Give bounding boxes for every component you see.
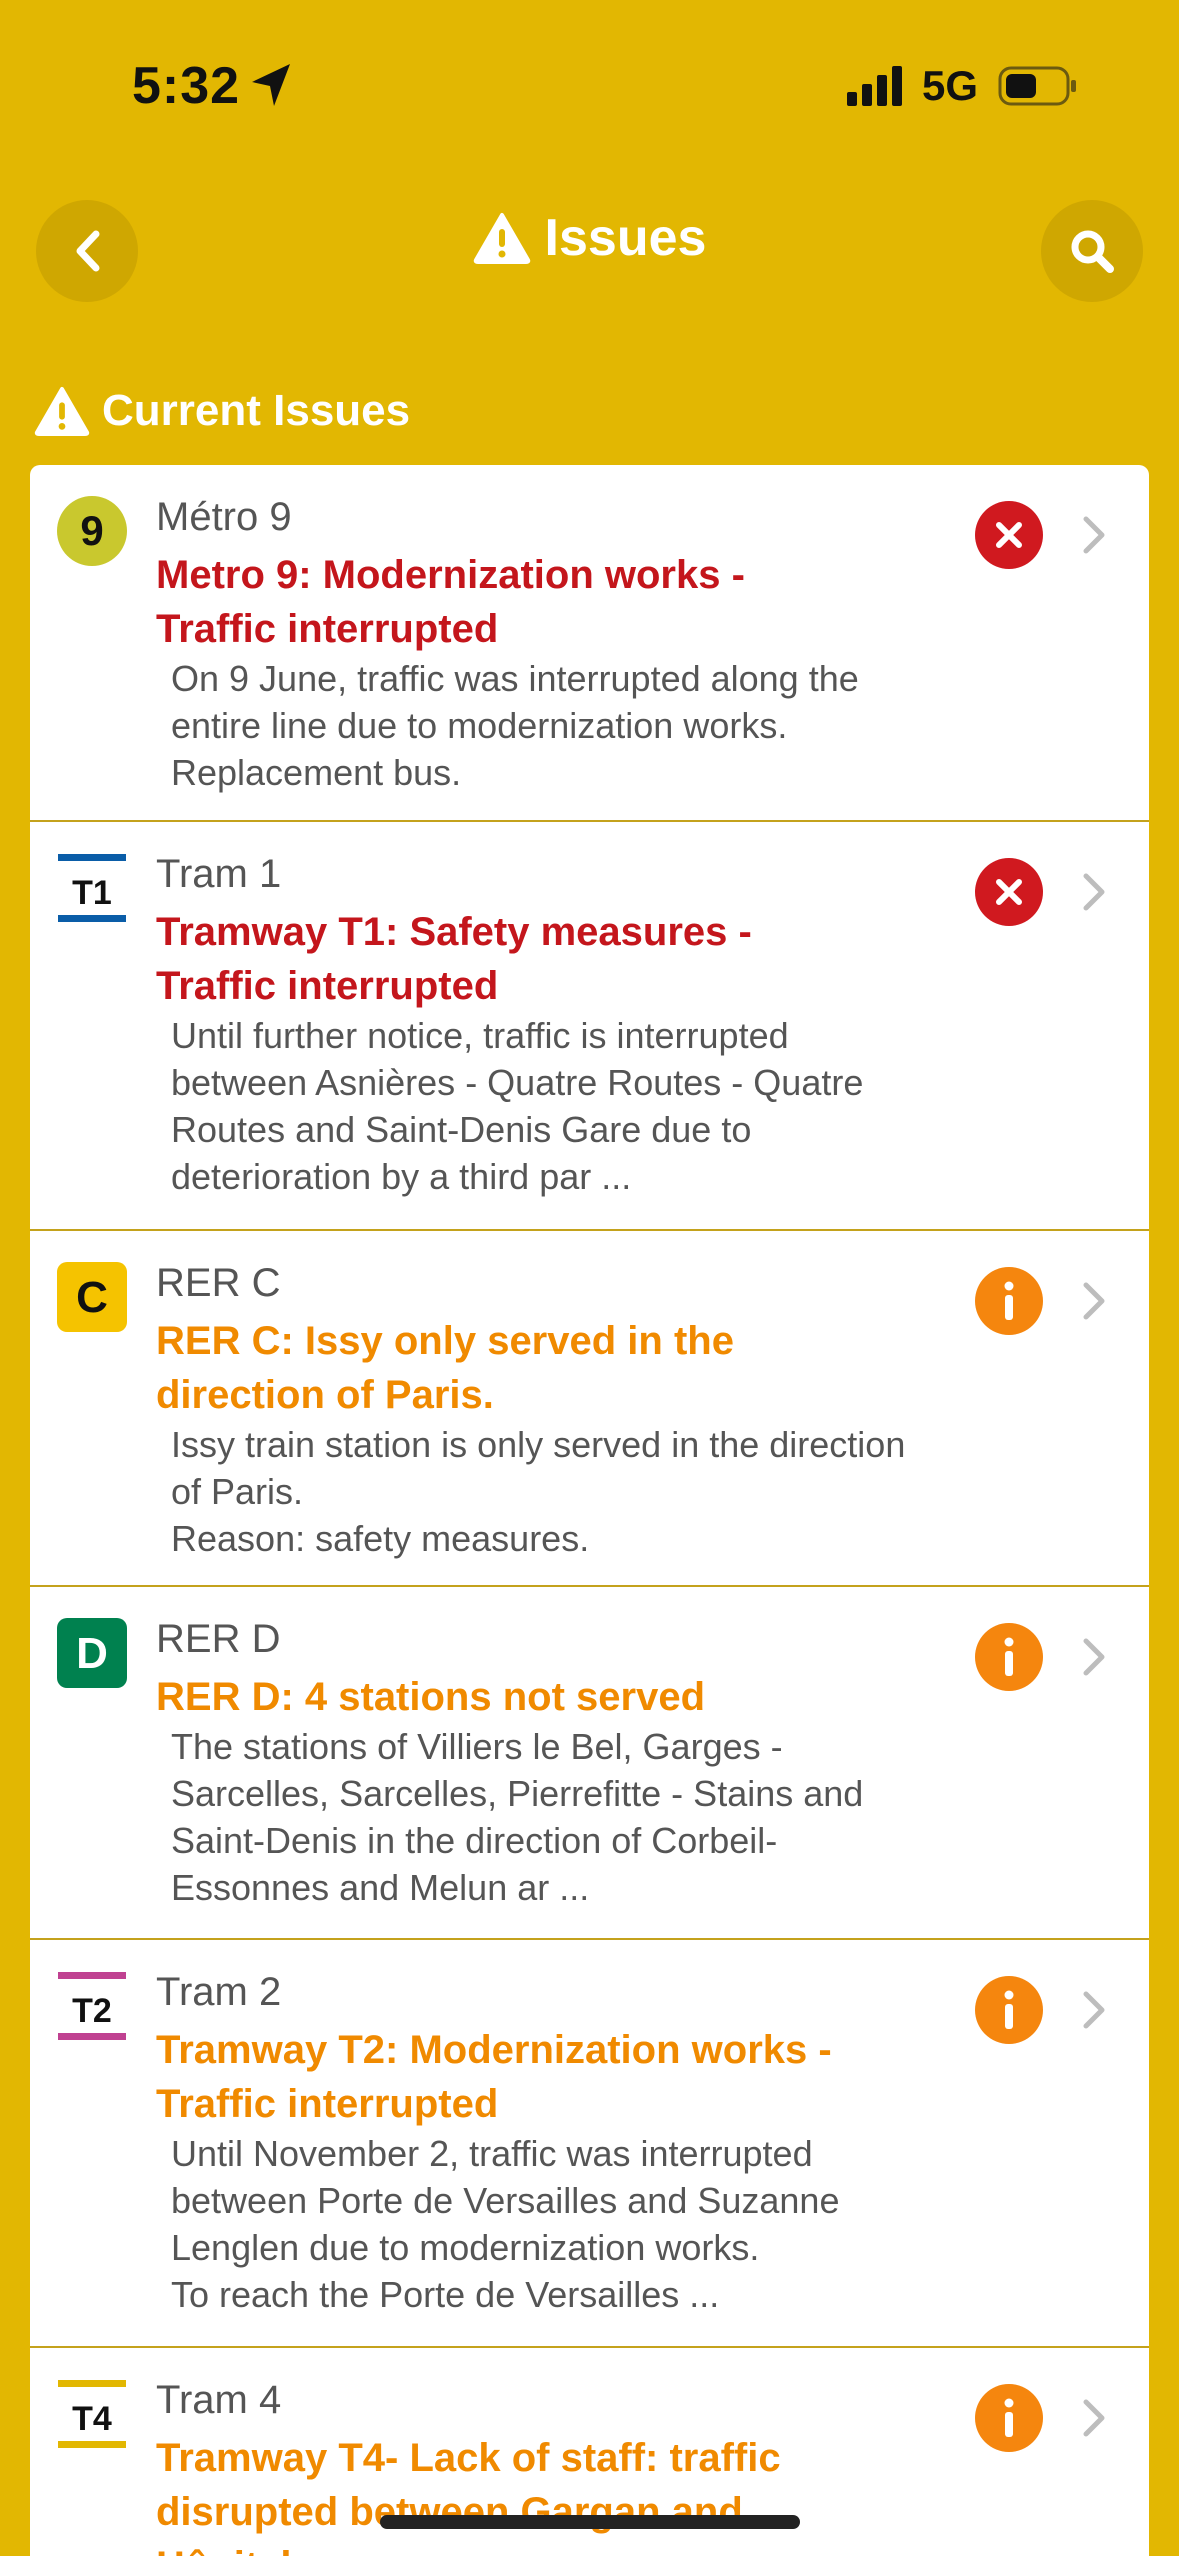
warning-icon <box>473 213 530 264</box>
line-name: Métro 9 <box>156 495 292 539</box>
issue-description: On 9 June, traffic was interrupted along… <box>171 658 859 793</box>
metro-9-line-icon: 9 <box>57 496 127 566</box>
svg-text:T1: T1 <box>72 874 112 912</box>
status-time: 5:32 <box>132 57 241 115</box>
info-icon <box>975 1623 1043 1691</box>
line-name: RER D <box>156 1617 281 1661</box>
line-name: RER C <box>156 1261 281 1305</box>
line-name: Tram 2 <box>156 1970 282 2014</box>
issue-item-tram-2[interactable]: T2 Tram 2 Tramway T2: Modernization work… <box>30 1940 1149 2348</box>
section-title: Current Issues <box>102 386 411 435</box>
chevron-right-icon <box>1083 1282 1105 1320</box>
info-icon <box>975 1976 1043 2044</box>
issue-title: Tramway T2: Modernization works - Traffi… <box>156 2028 832 2126</box>
search-icon <box>1071 230 1114 273</box>
network-type: 5G <box>922 62 979 109</box>
tram-1-line-icon: T1 <box>58 854 126 922</box>
issue-item-tram-1[interactable]: T1 Tram 1 Tramway T1: Safety measures - … <box>30 822 1149 1231</box>
location-arrow-icon <box>252 64 290 106</box>
cellular-signal-icon <box>847 66 902 106</box>
svg-text:T2: T2 <box>72 1992 112 2030</box>
tram-2-line-icon: T2 <box>58 1972 126 2040</box>
warning-icon <box>34 386 90 436</box>
issue-item-metro-9[interactable]: 9 Métro 9 Metro 9: Modernization works -… <box>30 465 1149 822</box>
rer-c-line-icon: C <box>57 1262 127 1332</box>
issue-description: Until further notice, traffic is interru… <box>171 1015 864 1197</box>
line-name: Tram 4 <box>156 2378 282 2422</box>
rer-d-line-icon: D <box>57 1618 127 1688</box>
issue-description: The stations of Villiers le Bel, Garges … <box>171 1726 864 1908</box>
issue-title: RER D: 4 stations not served <box>156 1675 706 1719</box>
traffic-interrupted-icon <box>975 501 1043 569</box>
line-name: Tram 1 <box>156 852 282 896</box>
svg-text:9: 9 <box>80 507 103 554</box>
info-icon <box>975 2384 1043 2452</box>
svg-text:C: C <box>76 1273 108 1322</box>
issue-title: Metro 9: Modernization works - Traffic i… <box>156 553 745 651</box>
status-bar: 5:32 5G <box>0 0 1179 170</box>
section-header: Current Issues <box>34 386 410 436</box>
chevron-right-icon <box>1083 2399 1105 2437</box>
svg-text:T4: T4 <box>72 2400 112 2438</box>
info-icon <box>975 1267 1043 1335</box>
svg-text:D: D <box>76 1629 108 1678</box>
chevron-right-icon <box>1083 1991 1105 2029</box>
page-title: Issues <box>0 208 1179 269</box>
traffic-interrupted-icon <box>975 858 1043 926</box>
issue-item-rer-c[interactable]: C RER C RER C: Issy only served in the d… <box>30 1231 1149 1587</box>
issue-description: Until November 2, traffic was interrupte… <box>171 2133 840 2315</box>
home-indicator[interactable] <box>380 2515 800 2529</box>
chevron-right-icon <box>1083 873 1105 911</box>
issue-title: Tramway T4- Lack of staff: traffic disru… <box>156 2436 781 2556</box>
issues-list: 9 Métro 9 Metro 9: Modernization works -… <box>30 465 1149 2556</box>
issue-item-rer-d[interactable]: D RER D RER D: 4 stations not served The… <box>30 1587 1149 1940</box>
chevron-right-icon <box>1083 1638 1105 1676</box>
page-title-text: Issues <box>544 209 707 267</box>
issue-description: Issy train station is only served in the… <box>171 1424 906 1559</box>
tram-4-line-icon: T4 <box>58 2380 126 2448</box>
battery-icon <box>998 66 1076 106</box>
issue-title: RER C: Issy only served in the direction… <box>156 1319 734 1417</box>
chevron-right-icon <box>1083 516 1105 554</box>
search-button[interactable] <box>1041 200 1143 302</box>
issue-title: Tramway T1: Safety measures - Traffic in… <box>156 910 752 1008</box>
